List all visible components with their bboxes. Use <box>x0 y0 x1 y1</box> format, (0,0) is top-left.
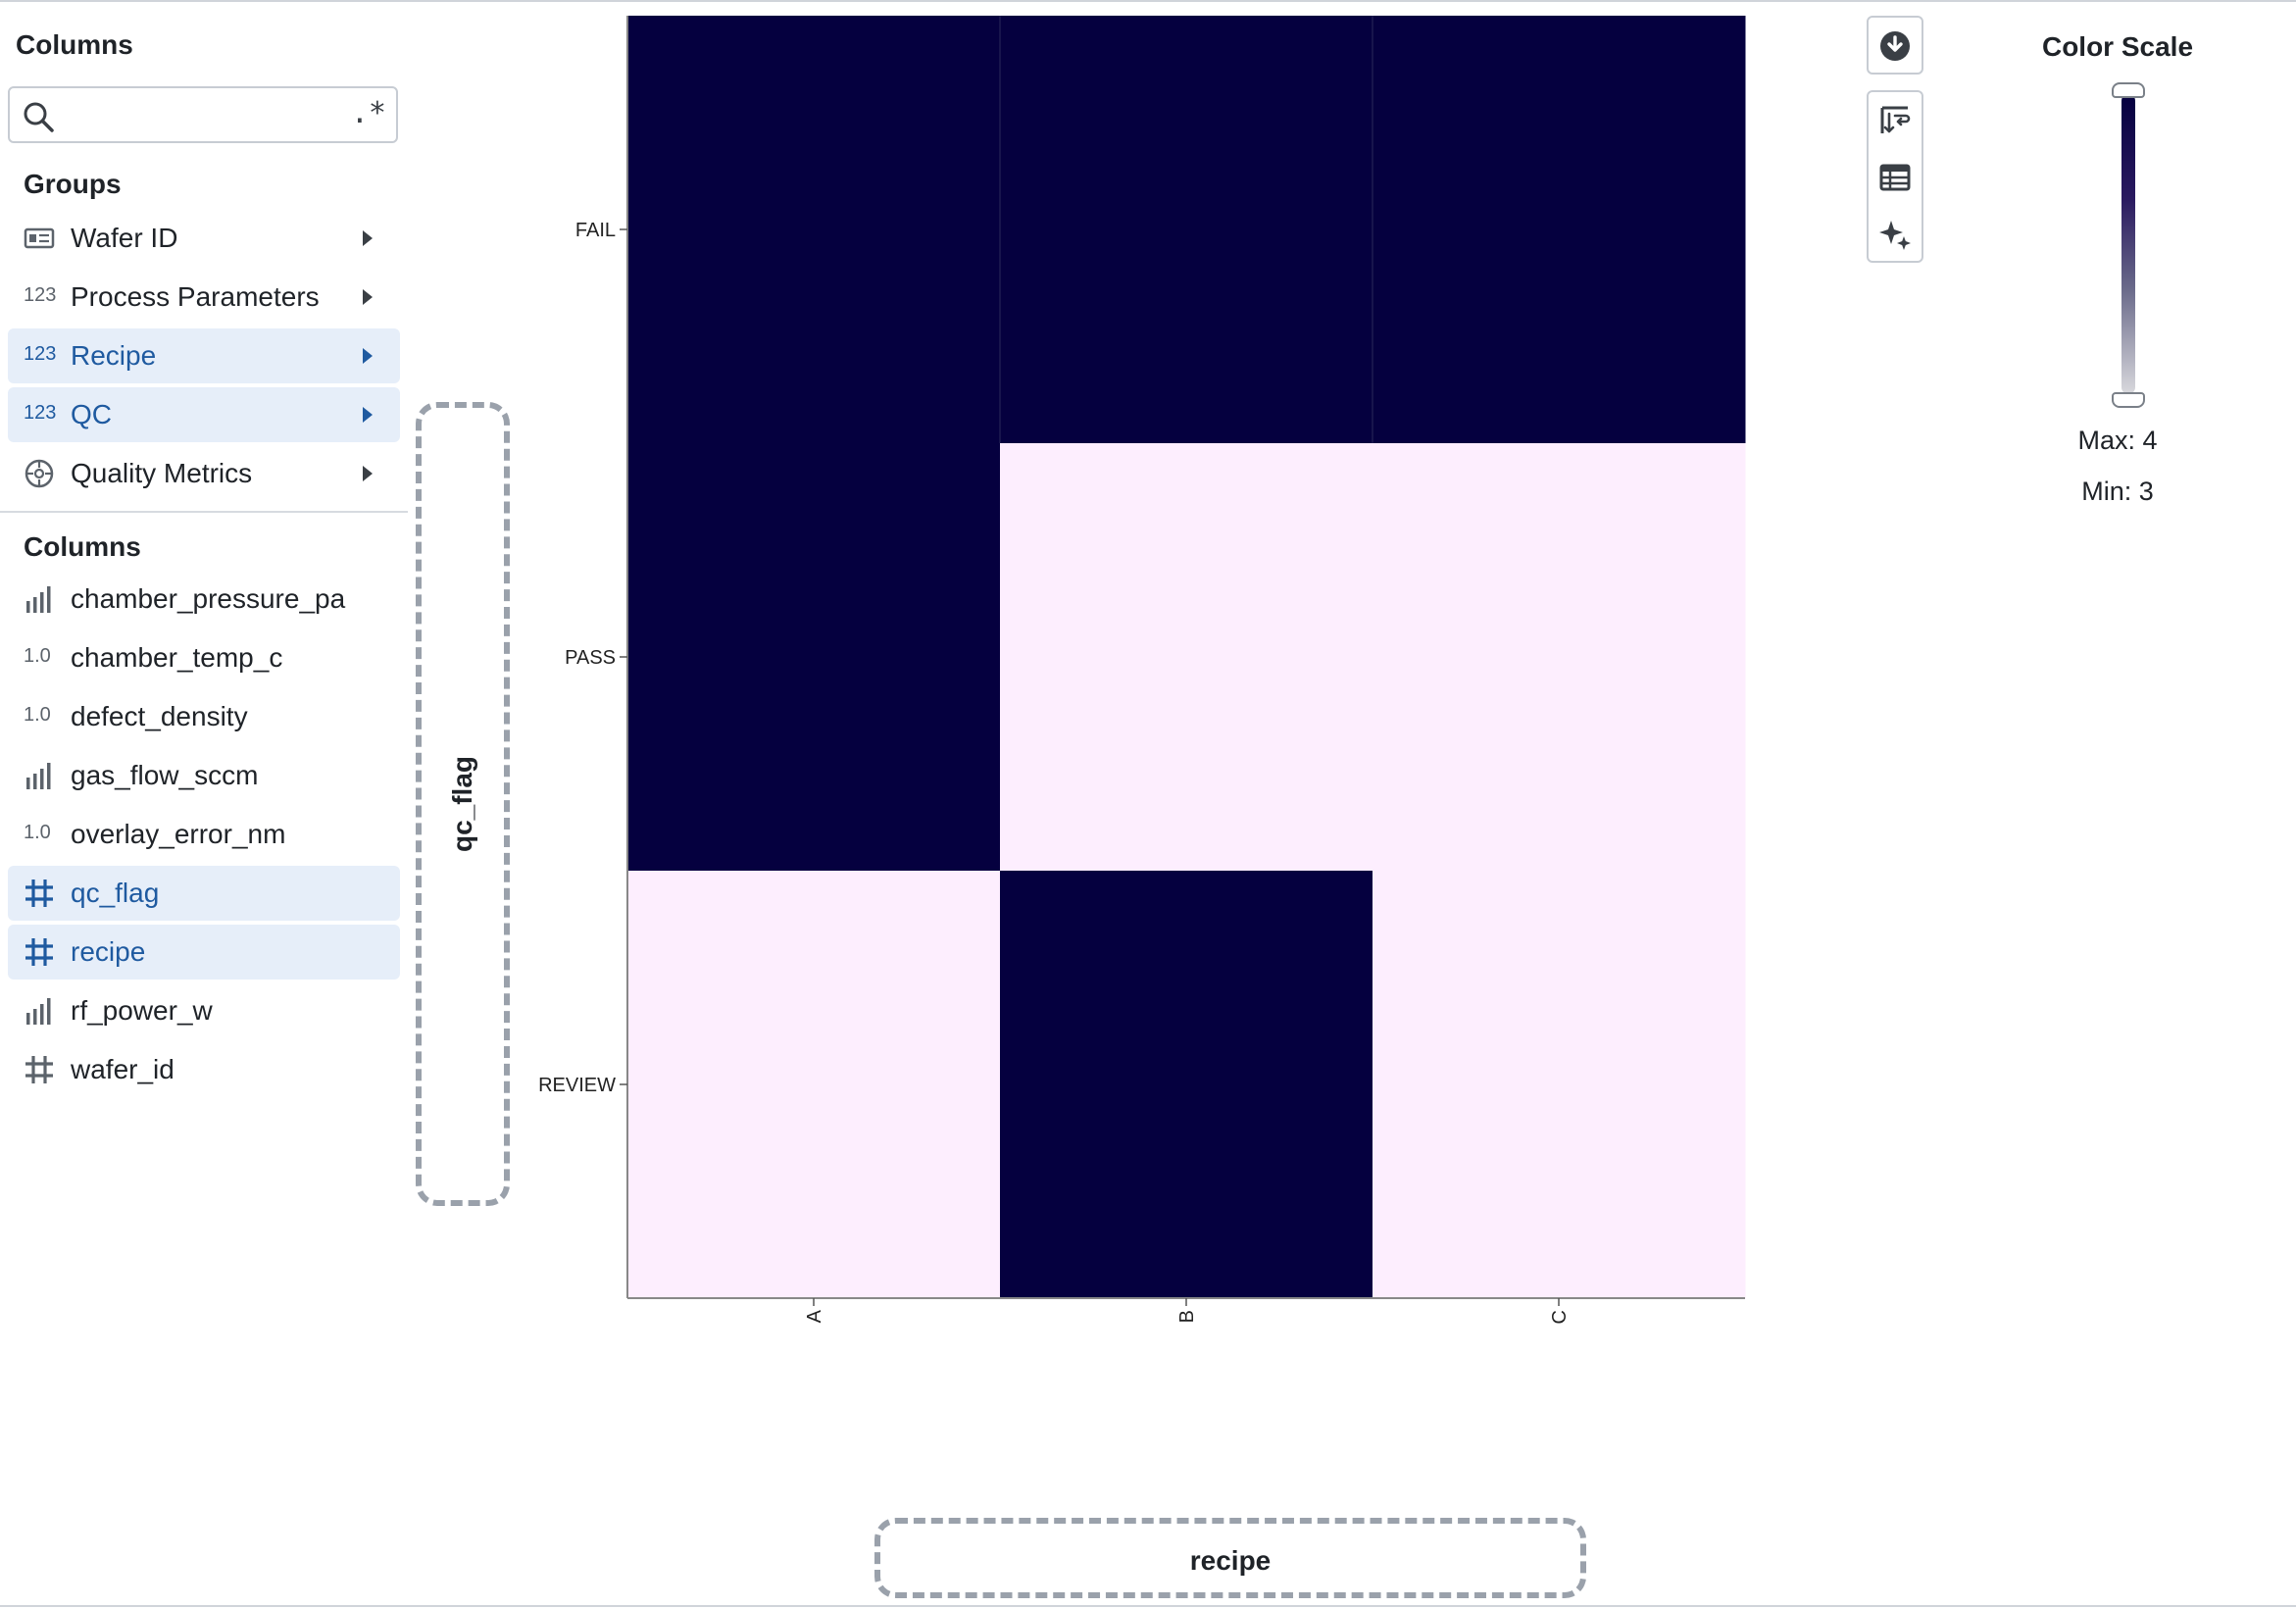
bars-icon <box>26 586 51 613</box>
swap-axes-button[interactable] <box>1869 92 1922 149</box>
expand-caret-icon[interactable] <box>363 230 373 246</box>
column-item-wafer-id[interactable]: wafer_id <box>8 1042 400 1097</box>
group-item-label: Wafer ID <box>71 223 178 253</box>
search-icon <box>24 102 54 132</box>
x-axis-field-label[interactable]: recipe <box>880 1545 1580 1577</box>
expand-caret-icon[interactable] <box>363 407 373 423</box>
x-axis-drop-zone[interactable]: recipe <box>874 1518 1586 1598</box>
expand-caret-icon[interactable] <box>363 466 373 481</box>
sparkle-icon <box>1879 221 1911 250</box>
heatmap-cell[interactable] <box>1000 16 1373 444</box>
y-tick-label: FAIL <box>575 220 616 241</box>
column-item-label: qc_flag <box>71 878 160 908</box>
y-tick-label: PASS <box>565 647 616 669</box>
integer-type-icon: 123 <box>24 402 57 424</box>
group-item-label: Quality Metrics <box>71 458 253 488</box>
table-icon <box>1879 164 1911 191</box>
column-item-overlay-error-nm[interactable]: 1.0 overlay_error_nm <box>8 807 400 862</box>
group-item-label: Process Parameters <box>71 281 320 312</box>
columns-heading: Columns <box>24 531 141 562</box>
x-tick-label: B <box>1176 1310 1198 1323</box>
column-item-label: rf_power_w <box>71 995 213 1026</box>
color-scale-max-label: Max: 4 <box>2077 426 2158 455</box>
column-item-rf-power-w[interactable]: rf_power_w <box>8 983 400 1038</box>
heatmap-cell[interactable] <box>1373 443 1746 872</box>
x-tick-label: A <box>804 1309 825 1323</box>
groups-heading: Groups <box>24 169 122 199</box>
bars-icon <box>26 998 51 1025</box>
regex-toggle-icon[interactable]: .* <box>351 96 386 130</box>
color-scale-max-handle[interactable] <box>2112 82 2145 98</box>
color-scale-bar <box>2121 94 2135 394</box>
y-axis-drop-zone[interactable]: qc_flag <box>416 402 510 1206</box>
chart-toolbar <box>1867 90 1923 263</box>
target-icon <box>25 459 54 488</box>
expand-caret-icon[interactable] <box>363 289 373 305</box>
ai-assist-button[interactable] <box>1869 206 1922 263</box>
color-scale-min-label: Min: 3 <box>2081 477 2154 506</box>
group-item-qc[interactable]: 123 QC <box>8 387 400 442</box>
integer-type-icon: 123 <box>24 284 57 306</box>
heatmap-chart: FAIL PASS REVIEW A B C <box>538 16 1746 1324</box>
color-scale-title: Color Scale <box>2041 31 2194 62</box>
column-item-chamber-pressure-pa[interactable]: chamber_pressure_pa <box>8 572 400 627</box>
sort-icon <box>1880 106 1911 133</box>
sidebar-title: Columns <box>16 29 133 60</box>
heatmap-cell[interactable] <box>1000 871 1373 1299</box>
y-tick-label: REVIEW <box>538 1075 616 1096</box>
heatmap-cell[interactable] <box>627 443 1001 872</box>
column-item-defect-density[interactable]: 1.0 defect_density <box>8 689 400 744</box>
column-item-recipe[interactable]: recipe <box>8 925 400 980</box>
group-item-label: Recipe <box>71 340 157 371</box>
x-tick-label: C <box>1549 1310 1571 1324</box>
float-type-icon: 1.0 <box>24 704 51 726</box>
heatmap-cell[interactable] <box>1373 871 1746 1299</box>
download-button[interactable] <box>1867 16 1923 75</box>
group-item-recipe[interactable]: 123 Recipe <box>8 328 400 383</box>
heatmap-cell[interactable] <box>1000 443 1373 872</box>
grid-icon <box>25 938 53 966</box>
heatmap-cell[interactable] <box>627 871 1001 1299</box>
column-item-gas-flow-sccm[interactable]: gas_flow_sccm <box>8 748 400 803</box>
expand-caret-icon[interactable] <box>363 348 373 364</box>
table-view-button[interactable] <box>1869 149 1922 206</box>
grid-icon <box>25 1056 53 1083</box>
group-item-process-parameters[interactable]: 123 Process Parameters <box>8 270 400 325</box>
color-scale-min-handle[interactable] <box>2112 392 2145 408</box>
group-item-wafer-id[interactable]: Wafer ID <box>8 211 400 266</box>
group-item-quality-metrics[interactable]: Quality Metrics <box>8 446 400 501</box>
id-card-icon <box>24 227 55 249</box>
heatmap-cell[interactable] <box>627 16 1001 444</box>
float-type-icon: 1.0 <box>24 645 51 667</box>
bars-icon <box>26 763 51 789</box>
float-type-icon: 1.0 <box>24 822 51 843</box>
column-item-label: recipe <box>71 936 146 967</box>
column-search-input[interactable]: .* <box>8 86 398 143</box>
column-item-label: chamber_temp_c <box>71 642 283 673</box>
group-item-label: QC <box>71 399 112 429</box>
download-icon <box>1880 31 1910 61</box>
column-item-qc-flag[interactable]: qc_flag <box>8 866 400 921</box>
sidebar-divider <box>0 511 408 513</box>
column-item-label: overlay_error_nm <box>71 819 286 849</box>
column-item-label: wafer_id <box>71 1054 175 1084</box>
column-sidebar: Columns .* Groups Wafer ID 123 Process Par… <box>0 0 408 1608</box>
column-item-chamber-temp-c[interactable]: 1.0 chamber_temp_c <box>8 630 400 685</box>
grid-icon <box>25 879 53 907</box>
column-item-label: chamber_pressure_pa <box>71 583 346 614</box>
column-item-label: defect_density <box>71 701 248 731</box>
column-item-label: gas_flow_sccm <box>71 760 259 790</box>
integer-type-icon: 123 <box>24 343 57 365</box>
y-axis-field-label[interactable]: qc_flag <box>447 756 478 852</box>
heatmap-cell[interactable] <box>1373 16 1746 444</box>
bottom-border <box>0 1605 2296 1607</box>
